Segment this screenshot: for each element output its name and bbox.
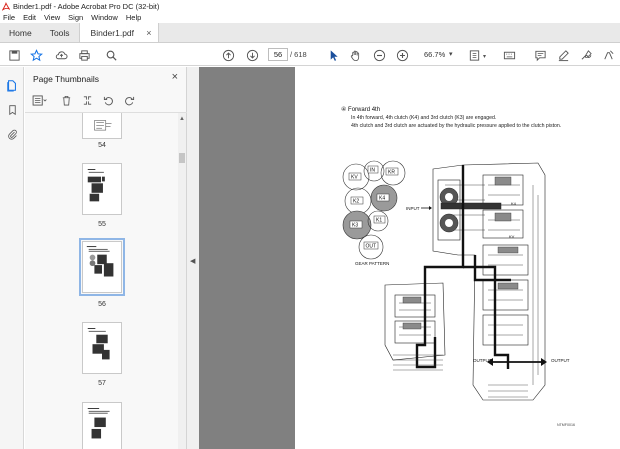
tab-bar: Home Tools Binder1.pdf × xyxy=(0,23,620,43)
bookmark-icon[interactable] xyxy=(5,103,19,117)
page-total: / 618 xyxy=(290,50,307,59)
thumbnail-label: 55 xyxy=(98,221,106,228)
extract-pages-icon[interactable] xyxy=(79,93,95,107)
label-k2: K2 xyxy=(353,199,359,205)
select-cursor-icon[interactable] xyxy=(325,47,341,63)
thumbnail-scrollbar[interactable]: ▲ xyxy=(178,113,186,449)
label-k1: K1 xyxy=(376,218,382,224)
page-fit-chevron-icon[interactable]: ▾ xyxy=(483,53,486,60)
collapse-panel-icon[interactable]: ◀ xyxy=(190,257,195,265)
zoom-chevron-down-icon[interactable]: ▾ xyxy=(449,48,453,61)
panel-splitter[interactable]: ◀ xyxy=(187,67,199,449)
share-more-icon[interactable] xyxy=(600,47,616,63)
upload-cloud-icon[interactable] xyxy=(53,47,69,63)
page-number-input[interactable]: 56 xyxy=(268,48,288,61)
window-title: Binder1.pdf - Adobe Acrobat Pro DC (32-b… xyxy=(13,1,160,11)
acrobat-app-icon xyxy=(2,1,10,11)
panel-toolbar xyxy=(31,93,137,107)
pdf-page: ④ Forward 4th In 4th forward, 4th clutch… xyxy=(295,67,620,449)
delete-trash-icon[interactable] xyxy=(58,93,74,107)
zoom-in-icon[interactable] xyxy=(394,47,410,63)
label-gear-pattern: GEAR PATTERN xyxy=(355,261,389,266)
rotate-counterclockwise-icon[interactable] xyxy=(100,93,116,107)
page-thumbnail-58[interactable] xyxy=(82,402,122,449)
page-thumbnail-56[interactable] xyxy=(79,238,125,296)
section-heading: ④ Forward 4th xyxy=(341,107,381,113)
label-k4: K4 xyxy=(379,196,385,202)
attachment-paperclip-icon[interactable] xyxy=(5,127,19,141)
figure-code: NTMF0016 xyxy=(557,423,575,427)
keyboard-icon[interactable] xyxy=(501,47,517,63)
body-text-line-1: In 4th forward, 4th clutch (K4) and 3rd … xyxy=(351,115,497,121)
thumbnail-label: 56 xyxy=(98,301,106,308)
menu-file[interactable]: File xyxy=(3,13,15,22)
document-viewer[interactable]: ④ Forward 4th In 4th forward, 4th clutch… xyxy=(199,67,620,449)
thumbnail-label: 57 xyxy=(98,380,106,387)
zoom-level-select[interactable]: 66.7% xyxy=(420,48,460,61)
menu-bar: File Edit View Sign Window Help xyxy=(0,12,620,23)
rotate-clockwise-icon[interactable] xyxy=(121,93,137,107)
title-bar: Binder1.pdf - Adobe Acrobat Pro DC (32-b… xyxy=(0,0,620,12)
page-thumbnails-panel: Page Thumbnails × 54 55 56 57 ▲ xyxy=(25,67,187,449)
next-page-icon[interactable] xyxy=(244,47,260,63)
menu-help[interactable]: Help xyxy=(126,13,141,22)
hand-tool-icon[interactable] xyxy=(347,47,363,63)
label-kv: KV xyxy=(351,175,358,181)
tab-document[interactable]: Binder1.pdf × xyxy=(78,23,159,42)
tab-home[interactable]: Home xyxy=(0,23,41,42)
print-icon[interactable] xyxy=(76,47,92,63)
page-fit-icon[interactable] xyxy=(466,47,482,63)
tab-document-label: Binder1.pdf xyxy=(90,27,135,38)
menu-window[interactable]: Window xyxy=(91,13,118,22)
page-thumbnail-55[interactable] xyxy=(82,163,122,215)
scrollbar-thumb[interactable] xyxy=(179,153,185,163)
star-bookmark-icon[interactable] xyxy=(28,47,44,63)
label-k3: K3 xyxy=(352,223,358,229)
thumbnail-list: 54 55 56 57 xyxy=(25,113,177,449)
search-icon[interactable] xyxy=(103,47,119,63)
page-thumbnail-57[interactable] xyxy=(82,322,122,374)
panel-title: Page Thumbnails xyxy=(33,74,99,84)
zoom-out-icon[interactable] xyxy=(371,47,387,63)
left-navigation-rail xyxy=(0,67,24,449)
label-output-right: OUTPUT xyxy=(551,358,570,363)
label-input: INPUT xyxy=(406,206,420,211)
thumbnail-options-menu-icon[interactable] xyxy=(31,93,47,107)
scroll-up-icon[interactable]: ▲ xyxy=(179,116,185,122)
comment-icon[interactable] xyxy=(532,47,548,63)
menu-sign[interactable]: Sign xyxy=(68,13,83,22)
tab-tools[interactable]: Tools xyxy=(41,23,79,42)
label-kr: KR xyxy=(388,170,395,176)
label-out: OUT xyxy=(366,244,377,250)
toolbar: 56 / 618 66.7% ▾ ▾ xyxy=(0,43,620,66)
highlight-pen-icon[interactable] xyxy=(555,47,571,63)
transmission-diagram: KV IN KR K2 K4 K3 K1 OUT GEAR PATTERN IN… xyxy=(342,160,570,401)
sign-pen-icon[interactable] xyxy=(578,47,594,63)
save-icon[interactable] xyxy=(6,47,22,63)
page-thumbnails-icon[interactable] xyxy=(5,78,19,92)
thumbnail-label: 54 xyxy=(98,142,106,149)
menu-view[interactable]: View xyxy=(44,13,60,22)
panel-close-icon[interactable]: × xyxy=(172,71,178,83)
previous-page-icon[interactable] xyxy=(220,47,236,63)
label-in: IN xyxy=(370,168,375,174)
tab-close-icon[interactable]: × xyxy=(146,28,151,38)
page-thumbnail-54[interactable] xyxy=(82,113,122,139)
menu-edit[interactable]: Edit xyxy=(23,13,36,22)
body-text-line-2: 4th clutch and 3rd clutch are actuated b… xyxy=(351,123,562,129)
